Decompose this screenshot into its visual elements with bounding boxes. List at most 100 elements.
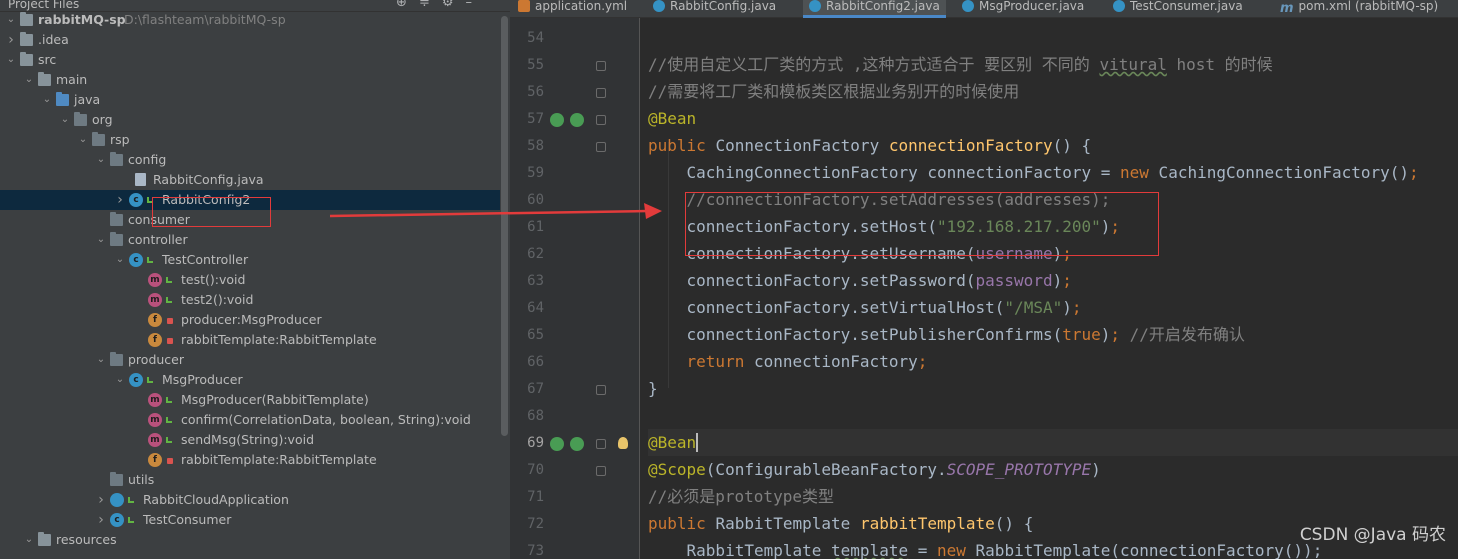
line-number: 58 — [527, 138, 544, 154]
chevron-down-icon[interactable]: ⌄ — [24, 70, 34, 90]
tree-item-src-folder[interactable]: ⌄ java — [0, 90, 500, 110]
spring-bean-icon[interactable] — [570, 437, 584, 451]
code-line-68[interactable] — [648, 402, 1458, 429]
tree-item-label: producer — [128, 352, 185, 367]
tree-item-class[interactable]: ⌄ c MsgProducer — [0, 370, 500, 390]
tree-item-folder[interactable]: ⌄ src — [0, 50, 500, 70]
code-line-64[interactable]: connectionFactory.setVirtualHost("/MSA")… — [648, 294, 1458, 321]
lightbulb-icon[interactable] — [618, 437, 628, 449]
chevron-down-icon[interactable]: ⌄ — [78, 130, 88, 150]
code-line-66[interactable]: return connectionFactory; — [648, 348, 1458, 375]
tree-item-method[interactable]: m confirm(CorrelationData, boolean, Strin… — [0, 410, 500, 430]
tab-rabbitconfig-java[interactable]: RabbitConfig.java — [653, 0, 776, 15]
tree-item-label: src — [38, 52, 57, 67]
tree-item-field[interactable]: f rabbitTemplate:RabbitTemplate — [0, 450, 500, 470]
tree-item-class[interactable]: ⌄ c TestController — [0, 250, 500, 270]
code-line-67[interactable]: } — [648, 375, 1458, 402]
tree-item-package[interactable]: ⌄ org — [0, 110, 500, 130]
tree-item-label: TestConsumer — [143, 512, 232, 527]
code-line-56[interactable]: //需要将工厂类和模板类区根据业务别开的时候使用 — [648, 78, 1458, 105]
tab-pom-xml-rabbitmq-sp[interactable]: m pom.xml (rabbitMQ-sp) — [1280, 0, 1438, 16]
tree-item-label: java — [74, 92, 101, 107]
tree-item-package[interactable]: ⌄ rsp — [0, 130, 500, 150]
spring-bean-icon[interactable] — [550, 113, 564, 127]
tree-item-file[interactable]: RabbitConfig.java — [0, 170, 500, 190]
spring-bean-icon[interactable] — [550, 437, 564, 451]
tree-item-package[interactable]: utils — [0, 470, 500, 490]
tree-item-label: RabbitCloudApplication — [143, 492, 289, 507]
minimize-icon[interactable]: – — [466, 0, 485, 10]
tree-item-root[interactable]: ⌄ rabbitMQ-sp D:\flashteam\rabbitMQ-sp — [0, 10, 500, 30]
class-icon — [653, 0, 665, 12]
tree-item-label: config — [128, 152, 167, 167]
tree-item-method[interactable]: m sendMsg(String):void — [0, 430, 500, 450]
fold-icon[interactable] — [596, 385, 606, 395]
chevron-down-icon[interactable]: ⌄ — [96, 150, 106, 170]
code-line-63[interactable]: connectionFactory.setPassword(password); — [648, 267, 1458, 294]
tree-item-package[interactable]: ⌄ controller — [0, 230, 500, 250]
variable: connectionFactory = — [917, 163, 1121, 182]
tree-item-method[interactable]: m test2():void — [0, 290, 500, 310]
fold-icon[interactable] — [596, 115, 606, 125]
gear-icon[interactable]: ⚙ — [442, 0, 466, 10]
code-line-58[interactable]: public ConnectionFactory connectionFacto… — [648, 132, 1458, 159]
annotation: @Bean — [648, 109, 697, 128]
method-call: connectionFactory.setVirtualHost( — [686, 298, 1005, 317]
chevron-right-icon[interactable]: › — [115, 190, 125, 210]
fold-icon[interactable] — [596, 466, 606, 476]
tab-rabbitconfig2-java[interactable]: RabbitConfig2.java — [803, 0, 946, 18]
chevron-down-icon[interactable]: ⌄ — [115, 370, 125, 390]
tree-item-field[interactable]: f producer:MsgProducer — [0, 310, 500, 330]
code-line-69[interactable]: @Bean — [648, 429, 1458, 456]
collapse-icon[interactable]: ≑ — [419, 0, 442, 10]
chevron-down-icon[interactable]: ⌄ — [115, 250, 125, 270]
code-line-65[interactable]: connectionFactory.setPublisherConfirms(t… — [648, 321, 1458, 348]
string-literal: "/MSA" — [1004, 298, 1063, 317]
chevron-down-icon[interactable]: ⌄ — [60, 110, 70, 130]
highlight-box-code — [685, 192, 1159, 256]
tree-item-package[interactable]: ⌄ producer — [0, 350, 500, 370]
tree-item-field[interactable]: f rabbitTemplate:RabbitTemplate — [0, 330, 500, 350]
code-line-55[interactable]: //使用自定义工厂类的方式 ,这种方式适合于 要区别 不同的 vitural h… — [648, 51, 1458, 78]
tab-application-yml[interactable]: application.yml — [518, 0, 627, 15]
project-panel-tools: ⊕≑⚙– — [396, 0, 484, 10]
chevron-right-icon[interactable]: › — [96, 490, 106, 510]
tree-item-method[interactable]: m test():void — [0, 270, 500, 290]
chevron-right-icon[interactable]: › — [96, 510, 106, 530]
chevron-down-icon[interactable]: ⌄ — [96, 350, 106, 370]
code-line-71[interactable]: //必须是prototype类型 — [648, 483, 1458, 510]
project-path: D:\flashteam\rabbitMQ-sp — [124, 12, 286, 27]
fold-icon[interactable] — [596, 439, 606, 449]
chevron-down-icon[interactable]: ⌄ — [96, 230, 106, 250]
tree-item-folder[interactable]: ⌄ resources — [0, 530, 500, 550]
code-line-59[interactable]: CachingConnectionFactory connectionFacto… — [648, 159, 1458, 186]
crosshair-icon[interactable]: ⊕ — [396, 0, 419, 10]
code-line-57[interactable]: @Bean — [648, 105, 1458, 132]
chevron-down-icon[interactable]: ⌄ — [6, 10, 16, 30]
tree-item-package[interactable]: ⌄ config — [0, 150, 500, 170]
tree-item-class[interactable]: › c TestConsumer — [0, 510, 500, 530]
tree-item-folder[interactable]: › .idea — [0, 30, 500, 50]
scrollbar-thumb[interactable] — [501, 16, 508, 436]
project-scrollbar[interactable] — [500, 14, 510, 559]
tree-item-folder[interactable]: ⌄ main — [0, 70, 500, 90]
tree-item-app[interactable]: › RabbitCloudApplication — [0, 490, 500, 510]
tree-item-method[interactable]: m MsgProducer(RabbitTemplate) — [0, 390, 500, 410]
chevron-down-icon[interactable]: ⌄ — [24, 530, 34, 550]
chevron-down-icon[interactable]: ⌄ — [6, 50, 16, 70]
tree-item-label: rabbitMQ-sp — [38, 12, 126, 27]
tab-testconsumer-java[interactable]: TestConsumer.java — [1113, 0, 1243, 15]
chevron-right-icon[interactable]: › — [6, 30, 16, 50]
code-line-54[interactable] — [648, 24, 1458, 51]
tab-msgproducer-java[interactable]: MsgProducer.java — [962, 0, 1084, 15]
variable: connectionFactory — [744, 352, 918, 371]
fold-icon[interactable] — [596, 88, 606, 98]
spring-bean-icon[interactable] — [570, 113, 584, 127]
tab-label: RabbitConfig.java — [670, 0, 777, 13]
chevron-down-icon[interactable]: ⌄ — [42, 90, 52, 110]
code-line-70[interactable]: @Scope(ConfigurableBeanFactory.SCOPE_PRO… — [648, 456, 1458, 483]
public-visibility-icon — [166, 277, 172, 283]
code-area[interactable]: //使用自定义工厂类的方式 ,这种方式适合于 要区别 不同的 vitural h… — [648, 18, 1458, 559]
fold-icon[interactable] — [596, 142, 606, 152]
fold-icon[interactable] — [596, 61, 606, 71]
